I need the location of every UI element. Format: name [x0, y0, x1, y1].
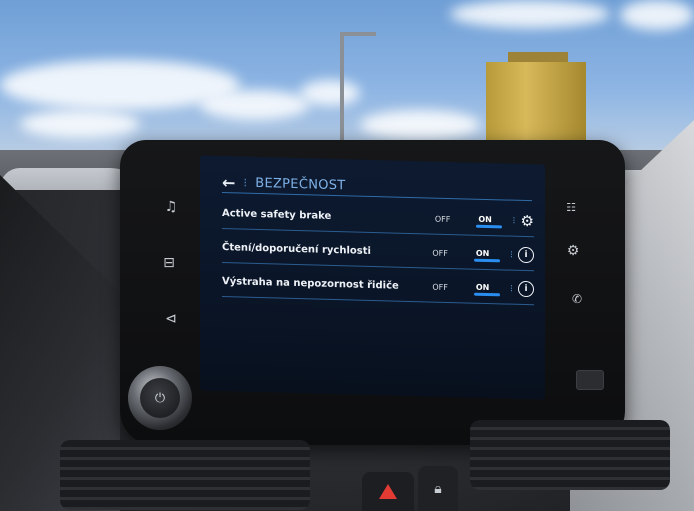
cloud	[450, 0, 610, 28]
phone-icon[interactable]: ✆	[566, 288, 588, 310]
hazard-triangle-icon	[379, 484, 397, 499]
cloud	[360, 110, 480, 140]
arrow-left-icon[interactable]: ←	[222, 173, 235, 192]
header-separator: ⁝	[243, 175, 248, 190]
gear-icon[interactable]: ⚙	[521, 212, 534, 230]
toggle-track: ON	[454, 214, 504, 225]
music-icon[interactable]: ♫	[160, 196, 182, 218]
info-icon[interactable]: i	[518, 280, 534, 298]
toggle-track: ON	[452, 282, 502, 293]
toggle-on-label: ON	[478, 214, 492, 225]
toggle-off-label: OFF	[432, 282, 448, 292]
on-off-toggle[interactable]: OFF ON	[432, 282, 502, 294]
usb-port	[576, 370, 604, 390]
street-lamp-pole	[340, 34, 344, 154]
air-vent-left	[60, 440, 310, 510]
toggle-on-label: ON	[475, 248, 490, 259]
setting-row-driver-attention[interactable]: Výstraha na nepozornost řidiče OFF ON ⁝ …	[222, 266, 534, 306]
row-separator: ⁝	[509, 249, 513, 261]
cloud	[20, 110, 140, 138]
power-icon: ⏻	[140, 378, 180, 418]
air-vent-right	[470, 420, 670, 490]
setting-row-active-safety-brake[interactable]: Active safety brake OFF ON ⁝ ⚙	[222, 198, 534, 238]
hazard-button[interactable]	[362, 472, 414, 511]
row-separator: ⁝	[512, 215, 516, 227]
touchscreen: ← ⁝ BEZPEČNOST Active safety brake OFF O…	[200, 155, 545, 400]
street-lamp-arm	[340, 32, 376, 36]
settings-icon[interactable]: ⚙	[562, 240, 584, 262]
page-title: BEZPEČNOST	[255, 175, 346, 193]
cloud	[300, 80, 360, 106]
setting-label: Čtení/doporučení rychlosti	[222, 241, 371, 257]
screen-header: ← ⁝ BEZPEČNOST	[222, 172, 532, 202]
car-dashboard-photo: ♫ ⊟ ⊲ ☷ ⚙ ✆ ← ⁝ BEZPEČNOST Active safety…	[0, 0, 694, 511]
toggle-on-label: ON	[475, 282, 490, 293]
toggle-off-label: OFF	[432, 248, 448, 258]
apps-icon[interactable]: ☷	[560, 196, 582, 218]
on-off-toggle[interactable]: OFF ON	[435, 214, 505, 226]
toggle-track: ON	[452, 248, 502, 259]
on-off-toggle[interactable]: OFF ON	[432, 248, 502, 260]
car-icon[interactable]: ⊟	[158, 252, 180, 274]
setting-row-speed-recognition[interactable]: Čtení/doporučení rychlosti OFF ON ⁝ i	[222, 232, 534, 272]
navigation-icon[interactable]: ⊲	[160, 308, 182, 330]
setting-label: Active safety brake	[222, 207, 332, 222]
info-icon[interactable]: i	[518, 246, 534, 264]
cloud	[200, 90, 310, 120]
setting-label: Výstraha na nepozornost řidiče	[222, 275, 399, 292]
lock-icon[interactable]: 🔒︎	[418, 466, 458, 511]
row-separator: ⁝	[509, 283, 513, 295]
toggle-off-label: OFF	[434, 214, 451, 224]
volume-knob[interactable]: ⏻	[128, 366, 192, 430]
cloud	[620, 0, 694, 30]
